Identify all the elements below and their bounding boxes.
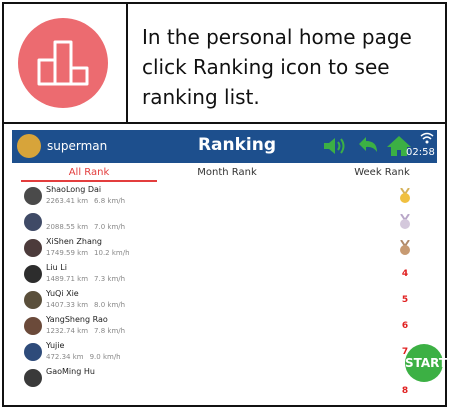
username: superman [47,139,108,153]
user-stats: 1489.71 km 7.3 km/h [46,275,131,283]
instruction-text: In the personal home page click Ranking … [142,22,432,112]
user-name: Liu Li [46,263,67,272]
list-item[interactable]: GaoMing Hu 8 [12,366,437,396]
user-name: GaoMing Hu [46,367,95,376]
distance: 1749.59 km [46,249,89,257]
user-stats: 2263.41 km 6.8 km/h [46,197,131,205]
list-item[interactable]: ShaoLong Dai 2263.41 km 6.8 km/h [12,184,437,210]
avatar [24,369,42,387]
user-stats: 1749.59 km 10.2 km/h [46,249,136,257]
page-title: Ranking [197,135,277,155]
rank-number: 5 [401,295,409,305]
user-stats: 1232.74 km 7.8 km/h [46,327,131,335]
speed: 7.3 km/h [94,275,126,283]
user-stats: 472.34 km 9.0 km/h [46,353,127,361]
list-item[interactable]: XiShen Zhang 1749.59 km 10.2 km/h [12,236,437,262]
list-item[interactable]: YuQi Xie 1407.33 km 8.0 km/h 5 [12,288,437,314]
list-item[interactable]: YangSheng Rao 1232.74 km 7.8 km/h 6 [12,314,437,340]
gold-medal-icon [400,188,410,203]
user-name: XiShen Zhang [46,237,102,246]
speed: 7.0 km/h [94,223,126,231]
distance: 2263.41 km [46,197,89,205]
tab-all-rank[interactable]: All Rank [19,167,159,178]
user-name: YangSheng Rao [46,315,108,324]
user-stats: 1407.33 km 8.0 km/h [46,301,131,309]
avatar [24,317,42,335]
back-arrow-icon[interactable] [355,134,381,158]
instruction-line-2: click Ranking icon to see [142,55,390,79]
speed: 9.0 km/h [89,353,121,361]
list-item[interactable]: Liu Li 1489.71 km 7.3 km/h 4 [12,262,437,288]
instruction-line-3: ranking list. [142,85,260,109]
speaker-icon[interactable] [322,135,348,157]
user-name: ShaoLong Dai [46,185,102,194]
speed: 10.2 km/h [94,249,130,257]
tab-month-rank[interactable]: Month Rank [157,167,297,178]
speed: 6.8 km/h [94,197,126,205]
start-button[interactable]: START [405,344,447,382]
active-tab-indicator [21,180,157,182]
icon-cell [4,4,128,122]
distance: 2088.55 km [46,223,89,231]
rank-number: 8 [401,386,409,396]
user-name: YuQi Xie [46,289,79,298]
clock: 02:58 [406,147,435,158]
avatar [24,239,42,257]
avatar [24,265,42,283]
list-item[interactable]: 2088.55 km 7.0 km/h [12,210,437,236]
bronze-medal-icon [400,240,410,255]
instruction-card: In the personal home page click Ranking … [2,2,447,407]
avatar [24,343,42,361]
ranking-screen: superman Ranking 02:58 All Rank Month Ra… [12,130,437,396]
wifi-icon [420,132,434,144]
distance: 1489.71 km [46,275,89,283]
avatar [24,187,42,205]
avatar [24,213,42,231]
speed: 8.0 km/h [94,301,126,309]
rank-number: 4 [401,269,409,279]
list-item[interactable]: Yujie 472.34 km 9.0 km/h 7 [12,340,437,366]
distance: 472.34 km [46,353,84,361]
instruction-line-1: In the personal home page [142,25,412,49]
silver-medal-icon [400,214,410,229]
speed: 7.8 km/h [94,327,126,335]
user-name: Yujie [46,341,65,350]
avatar [24,291,42,309]
distance: 1232.74 km [46,327,89,335]
distance: 1407.33 km [46,301,89,309]
user-avatar[interactable] [17,134,41,158]
app-bar: superman Ranking 02:58 [12,130,437,163]
tab-week-rank[interactable]: Week Rank [312,167,437,178]
ranking-podium-icon[interactable] [18,18,108,108]
rank-number: 6 [401,321,409,331]
instruction-row: In the personal home page click Ranking … [4,4,445,124]
user-stats: 2088.55 km 7.0 km/h [46,223,131,231]
